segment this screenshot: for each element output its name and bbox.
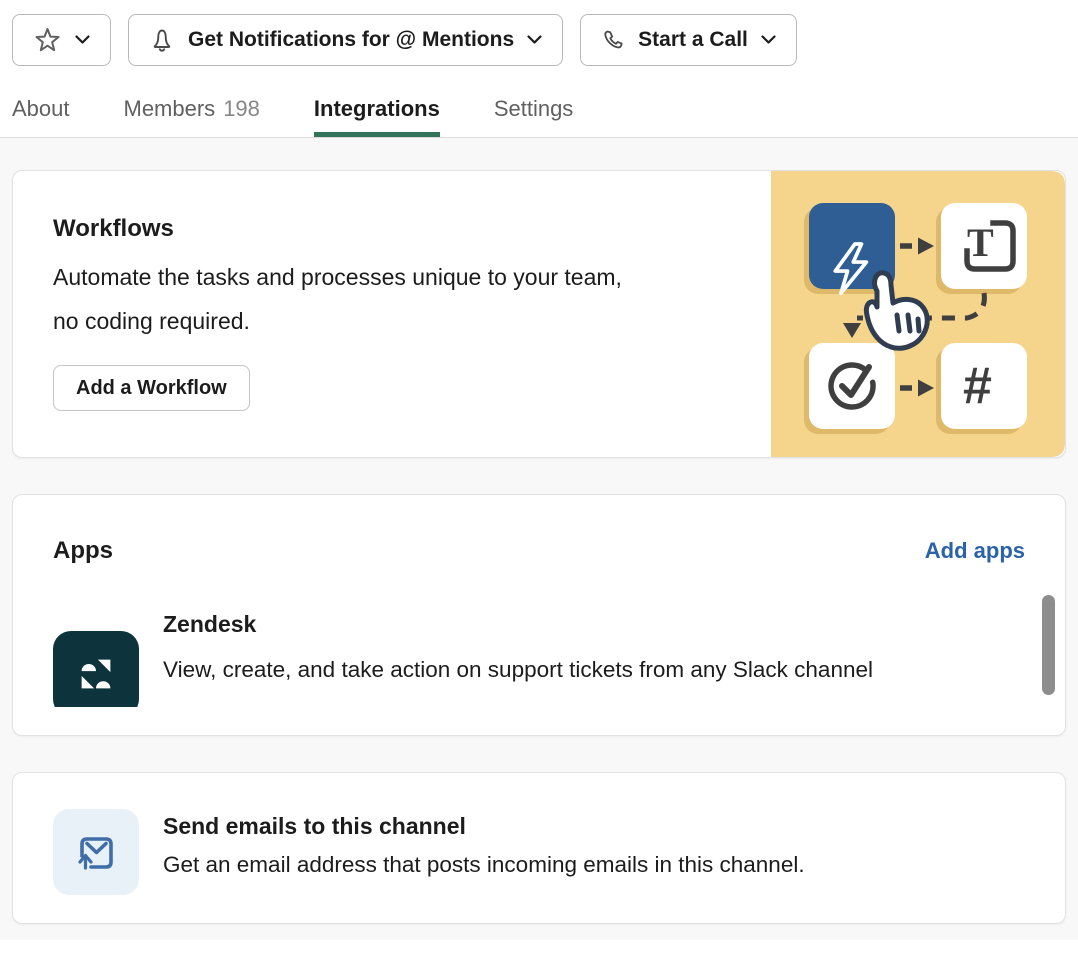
channel-details-tabs: About Members 198 Integrations Settings: [0, 66, 1078, 138]
tab-members[interactable]: Members 198: [124, 66, 260, 137]
workflows-illustration: T #: [771, 171, 1065, 457]
tab-label: Settings: [494, 96, 574, 121]
tab-label: Members: [124, 96, 216, 121]
zendesk-logo-icon: [73, 651, 119, 697]
apps-card-header: Apps Add apps: [53, 495, 1025, 565]
apps-title: Apps: [53, 537, 113, 565]
workflow-diagram-illustration: T #: [771, 171, 1065, 457]
tab-about[interactable]: About: [12, 66, 70, 137]
apps-card: Apps Add apps Zendesk V: [12, 494, 1066, 736]
notifications-button-label: Get Notifications for @ Mentions: [188, 28, 514, 52]
chevron-down-icon: [75, 35, 90, 45]
chevron-down-icon: [527, 35, 542, 45]
incoming-email-icon-tile: [53, 809, 139, 895]
svg-text:T: T: [967, 220, 994, 265]
hash-icon: #: [963, 357, 992, 415]
send-emails-card[interactable]: Send emails to this channel Get an email…: [12, 772, 1066, 924]
chevron-down-icon: [761, 35, 776, 45]
app-name: Zendesk: [163, 611, 873, 638]
start-call-button[interactable]: Start a Call: [580, 14, 797, 66]
app-description: View, create, and take action on support…: [163, 648, 873, 691]
zendesk-app-icon: [53, 631, 139, 707]
apps-scrollbar-thumb[interactable]: [1042, 595, 1055, 695]
channel-toolbar: Get Notifications for @ Mentions Start a…: [0, 0, 1078, 66]
bell-icon: [149, 27, 175, 54]
send-emails-description: Get an email address that posts incoming…: [163, 852, 805, 878]
tab-label: Integrations: [314, 96, 440, 121]
apps-scroll-viewport[interactable]: Apps Add apps Zendesk V: [13, 495, 1065, 707]
tab-label: About: [12, 96, 70, 121]
send-emails-title: Send emails to this channel: [163, 813, 805, 840]
star-icon: [33, 27, 62, 54]
workflows-description: Automate the tasks and processes unique …: [53, 255, 633, 343]
start-call-button-label: Start a Call: [638, 28, 748, 52]
star-channel-button[interactable]: [12, 14, 111, 66]
members-count: 198: [223, 96, 260, 121]
workflows-card: Workflows Automate the tasks and process…: [12, 170, 1066, 458]
phone-icon: [601, 28, 625, 52]
notifications-button[interactable]: Get Notifications for @ Mentions: [128, 14, 563, 66]
approval-step-tile: [809, 343, 895, 429]
add-workflow-button[interactable]: Add a Workflow: [53, 365, 250, 411]
workflows-title: Workflows: [53, 215, 771, 243]
tab-settings[interactable]: Settings: [494, 66, 574, 137]
add-apps-link[interactable]: Add apps: [925, 538, 1025, 564]
app-list-item-zendesk[interactable]: Zendesk View, create, and take action on…: [53, 611, 1025, 707]
send-emails-text: Send emails to this channel Get an email…: [163, 809, 805, 923]
integrations-panel: Workflows Automate the tasks and process…: [0, 138, 1078, 940]
tab-integrations[interactable]: Integrations: [314, 66, 440, 137]
incoming-email-icon: [74, 830, 118, 874]
workflows-card-text: Workflows Automate the tasks and process…: [13, 171, 771, 457]
app-item-text: Zendesk View, create, and take action on…: [163, 611, 873, 691]
